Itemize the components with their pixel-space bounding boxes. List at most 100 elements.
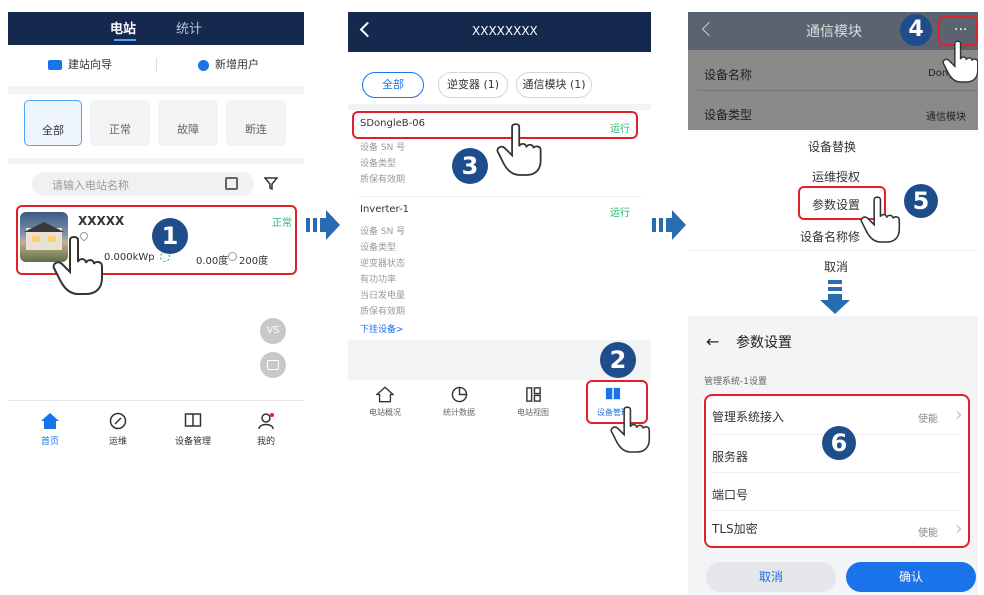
nav-device-management[interactable]: 设备管理 [168, 412, 218, 448]
nav-label: 统计数据 [443, 408, 475, 417]
highlight-settings-list [704, 394, 970, 548]
wrench-icon [109, 412, 127, 430]
page-title: XXXXXXXX [472, 24, 538, 38]
confirm-button[interactable]: 确认 [846, 562, 976, 592]
device-field: 设备类型 [360, 243, 397, 253]
divider [688, 250, 978, 251]
step-6-badge: 6 [822, 426, 856, 460]
device-icon [184, 413, 202, 427]
wizard-icon [48, 60, 62, 70]
top-bar: 通信模块 [688, 12, 978, 50]
camera-icon [267, 360, 279, 370]
back-icon[interactable] [701, 21, 717, 37]
home-icon [41, 413, 59, 429]
top-bar: XXXXXXXX [348, 12, 651, 52]
device-item-inverter[interactable]: Inverter-1 运行 设备 SN 号 设备类型 逆变器状态 有功功率 当日… [348, 200, 651, 336]
step-3-badge: 3 [452, 148, 488, 184]
nav-maintenance[interactable]: 运维 [98, 412, 138, 448]
highlight-device-sdongle [352, 111, 638, 139]
nav-overview[interactable]: 电站概况 [360, 386, 410, 422]
divider [156, 58, 157, 72]
page-title: 通信模块 [806, 24, 862, 40]
device-status: 运行 [610, 208, 630, 219]
filter-icon[interactable] [264, 176, 278, 190]
sub-device-link[interactable]: 下挂设备> [360, 322, 404, 335]
device-field: 质保有效期 [360, 175, 406, 185]
flow-arrow-down-icon [820, 280, 850, 314]
nav-device-label: 设备管理 [174, 437, 211, 447]
nav-label: 电站概况 [369, 408, 401, 417]
tab-underline [114, 39, 136, 41]
add-user-icon [198, 59, 209, 71]
separator [348, 104, 651, 110]
flow-arrow-icon [306, 210, 340, 240]
device-field: 逆变器状态 [360, 259, 406, 269]
step-2-badge: 2 [600, 342, 636, 378]
add-user-label: 新增用户 [215, 58, 259, 71]
more-icon[interactable]: ··· [954, 22, 967, 38]
separator [8, 158, 304, 164]
menu-cancel[interactable]: 取消 [824, 258, 848, 275]
filter-offline[interactable]: 断连 [226, 100, 286, 146]
page-title: 参数设置 [736, 335, 792, 351]
home-icon [375, 386, 395, 403]
nav-label: 电站视图 [517, 408, 549, 417]
nav-statistics[interactable]: 统计数据 [434, 386, 484, 422]
divider [358, 196, 641, 197]
flow-arrow-icon [652, 210, 686, 240]
device-field: 当日发电量 [360, 291, 406, 301]
device-name: Inverter-1 [360, 204, 409, 215]
compare-button[interactable]: VS [260, 318, 286, 344]
menu-replace-device[interactable]: 设备替换 [808, 138, 856, 155]
top-bar: 电站 统计 [8, 12, 304, 45]
menu-maintenance-auth[interactable]: 运维授权 [812, 168, 860, 185]
filter-normal[interactable]: 正常 [90, 100, 150, 146]
user-icon [258, 413, 274, 430]
filter-fault[interactable]: 故障 [158, 100, 218, 146]
device-field: 质保有效期 [360, 307, 406, 317]
hand-pointer-icon [496, 123, 542, 176]
filter-comm-module[interactable]: 通信模块 (1) [516, 72, 592, 98]
filter-all[interactable]: 全部 [24, 100, 82, 146]
tab-station[interactable]: 电站 [110, 18, 136, 37]
hand-pointer-icon [942, 40, 978, 83]
device-field: 设备 SN 号 [360, 227, 406, 237]
tab-statistics[interactable]: 统计 [176, 18, 202, 37]
row-value: 通信模块 [926, 112, 966, 123]
nav-me-label: 我的 [256, 437, 275, 447]
qr-scan-icon[interactable] [225, 177, 238, 190]
camera-button[interactable] [260, 352, 286, 378]
device-field: 设备类型 [360, 159, 397, 169]
nav-station-view[interactable]: 电站视图 [508, 386, 558, 422]
add-user-button[interactable]: 新增用户 [198, 56, 298, 74]
cancel-button[interactable]: 取消 [706, 562, 836, 592]
nav-divider [8, 400, 304, 401]
wizard-label: 建站向导 [68, 58, 112, 71]
back-icon[interactable] [359, 21, 376, 38]
panel-station-list: 电站 统计 建站向导 新增用户 全部 正常 故障 断连 请输入电站名称 XXXX… [8, 0, 304, 595]
nav-me[interactable]: 我的 [246, 412, 286, 448]
step-4-badge: 4 [900, 14, 932, 46]
filter-inverter[interactable]: 逆变器 (1) [438, 72, 508, 98]
hand-pointer-icon [610, 406, 651, 453]
search-placeholder: 请输入电站名称 [52, 179, 129, 192]
back-arrow-icon[interactable]: ← [706, 332, 719, 351]
filter-all[interactable]: 全部 [362, 72, 424, 98]
device-field: 有功功率 [360, 275, 397, 285]
nav-maintenance-label: 运维 [108, 437, 127, 447]
hand-pointer-icon [52, 236, 103, 295]
row-label: 设备名称 [704, 68, 753, 82]
section-title: 管理系统-1设置 [704, 377, 767, 387]
build-wizard-button[interactable]: 建站向导 [48, 56, 148, 74]
panel-device-list: XXXXXXXX 全部 逆变器 (1) 通信模块 (1) SDongleB-06… [348, 0, 651, 595]
divider [698, 90, 978, 91]
device-field: 设备 SN 号 [360, 143, 406, 153]
menu-rename-device[interactable]: 设备名称修 [800, 228, 860, 245]
step-1-badge: 1 [152, 218, 188, 254]
search-input[interactable]: 请输入电站名称 [32, 172, 254, 196]
step-5-badge: 5 [904, 184, 938, 218]
layout-icon [525, 387, 541, 402]
nav-home[interactable]: 首页 [30, 412, 70, 448]
pie-chart-icon [451, 386, 467, 403]
row-label: 设备类型 [704, 108, 753, 122]
